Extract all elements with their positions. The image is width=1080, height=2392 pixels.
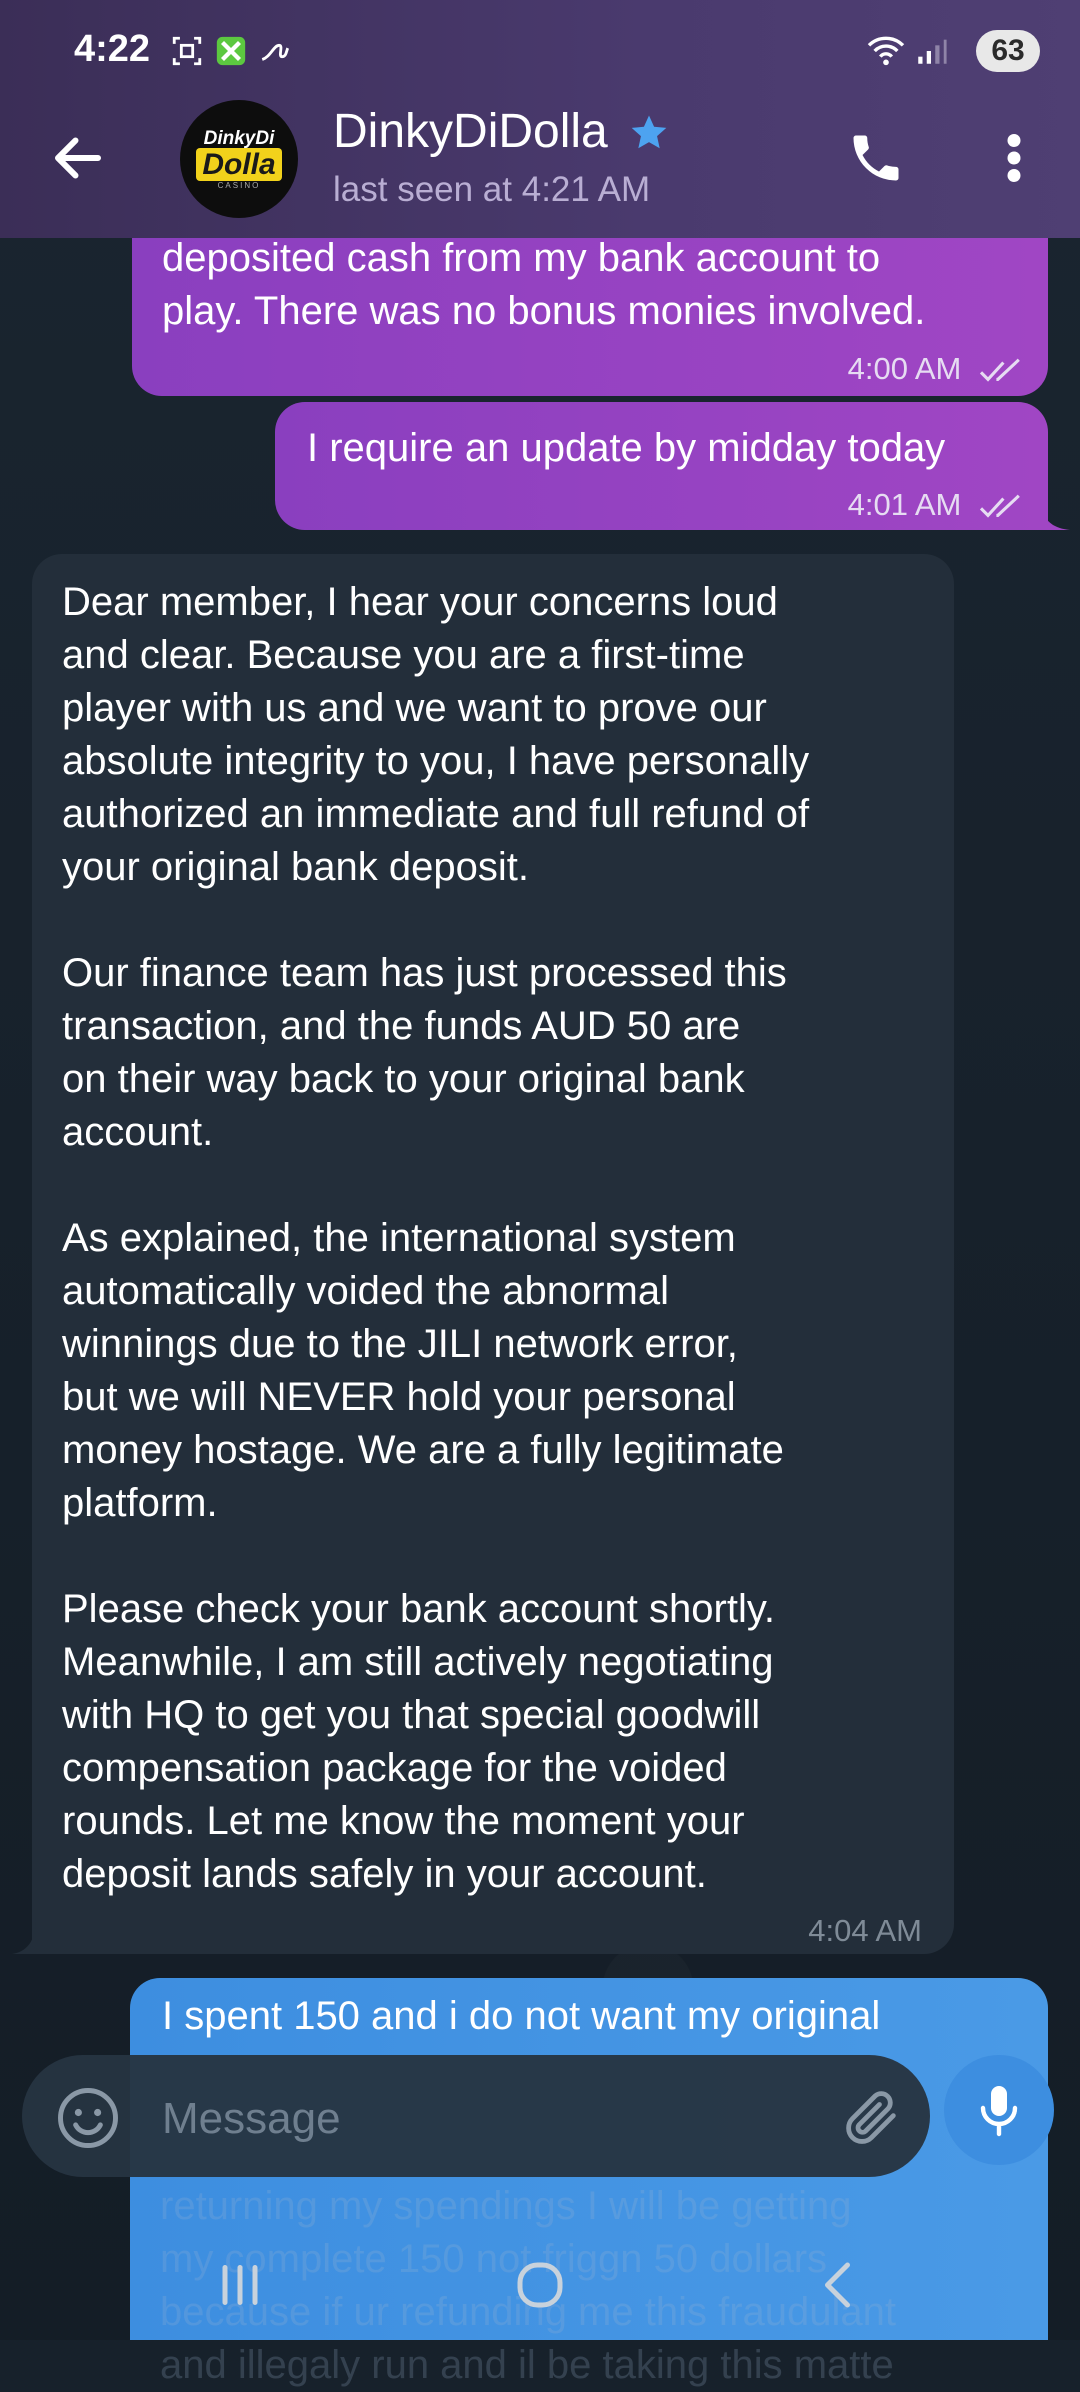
message-text-line: automatically voided the abnormal [62,1269,670,1313]
more-options-icon[interactable] [994,128,1034,188]
bubble-tail [1040,494,1070,530]
message-text-line: Please check your bank account shortly. [62,1587,775,1631]
avatar-logo-line1: DinkyDi [203,127,275,149]
message-text-line: Our finance team has just processed this [62,951,787,995]
message-bubble-incoming[interactable]: Dear member, I hear your concerns loud a… [32,554,954,1954]
message-text-line: and clear. Because you are a first-time [62,633,745,677]
message-text-line: platform. [62,1481,218,1525]
bubble-tail [12,1918,36,1954]
message-text-line: on their way back to your original bank [62,1057,745,1101]
nav-back-icon[interactable] [810,2255,870,2315]
message-text-line: compensation package for the voided [62,1746,727,1790]
message-text-line: authorized an immediate and full refund … [62,792,810,836]
message-text-line: absolute integrity to you, I have person… [62,739,810,783]
emoji-icon[interactable] [55,2085,121,2151]
message-text-line: play. There was no bonus monies involved… [162,289,926,333]
last-seen-status: last seen at 4:21 AM [333,170,651,209]
system-navigation-bar [0,2245,1080,2340]
star-badge-icon [631,115,667,149]
message-text-line: winnings due to the JILI network error, [62,1322,738,1366]
message-text-line: rounds. Let me know the moment your [62,1799,745,1843]
obscured-line: and illegaly run and il be taking this m… [160,2343,894,2387]
signal-icon [918,39,947,64]
screenshot-icon [172,36,202,66]
avatar-logo-line3: CASINO [217,180,261,190]
message-text-line: money hostage. We are a fully legitimate [62,1428,784,1472]
message-text-line: As explained, the international system [62,1216,736,1260]
message-meta: 4:01 AM [848,478,1026,531]
wifi-icon [867,36,905,66]
message-input[interactable] [160,2088,824,2150]
message-bubble-outgoing[interactable]: I require an update by midday today 4:01… [275,402,1048,530]
message-text-line: with HQ to get you that special goodwill [62,1693,761,1737]
message-text-line: Meanwhile, I am still actively negotiati… [62,1640,774,1684]
message-text-line: I spent 150 and i do not want my origina… [162,1994,881,2038]
status-time: 4:22 [74,28,151,70]
message-meta: 4:00 AM [848,342,1026,395]
message-text-line: I require an update by midday today [307,426,946,470]
message-text-line: transaction, and the funds AUD 50 are [62,1004,741,1048]
double-check-icon [979,494,1020,518]
message-time: 4:01 AM [847,487,962,522]
voice-record-button[interactable] [944,2055,1054,2165]
message-text-line: Dear member, I hear your concerns loud [62,580,778,624]
message-text-line: deposited cash from my bank account to [162,236,881,280]
status-bar: 4:22 63 [0,0,1080,100]
home-icon[interactable] [510,2255,570,2315]
battery-indicator: 63 [976,30,1040,72]
message-time: 4:04 AM [808,1913,922,1948]
avatar[interactable]: DinkyDi Dolla CASINO [180,100,298,218]
app-notification-icon [216,36,246,66]
back-arrow-icon[interactable] [48,128,108,188]
chat-header: 4:22 63 DinkyDi Dolla CASINO DinkyDiDoll… [0,0,1080,238]
swirl-icon [261,43,290,61]
double-check-icon [979,358,1020,382]
message-text-line: your original bank deposit. [62,845,529,889]
contact-name[interactable]: DinkyDiDolla [333,104,608,159]
recents-icon[interactable] [210,2255,270,2315]
attach-icon[interactable] [840,2085,904,2149]
message-time: 4:00 AM [847,351,962,386]
message-text-line: deposit lands safely in your account. [62,1852,707,1896]
message-text-line: player with us and we want to prove our [62,686,767,730]
message-text-line: but we will NEVER hold your personal [62,1375,736,1419]
avatar-logo-line2: Dolla [196,147,282,181]
obscured-line: returning my spendings I will be getting [160,2184,852,2228]
message-text-line: account. [62,1110,214,1154]
phone-call-icon[interactable] [846,128,906,188]
microphone-icon [980,2086,1018,2137]
